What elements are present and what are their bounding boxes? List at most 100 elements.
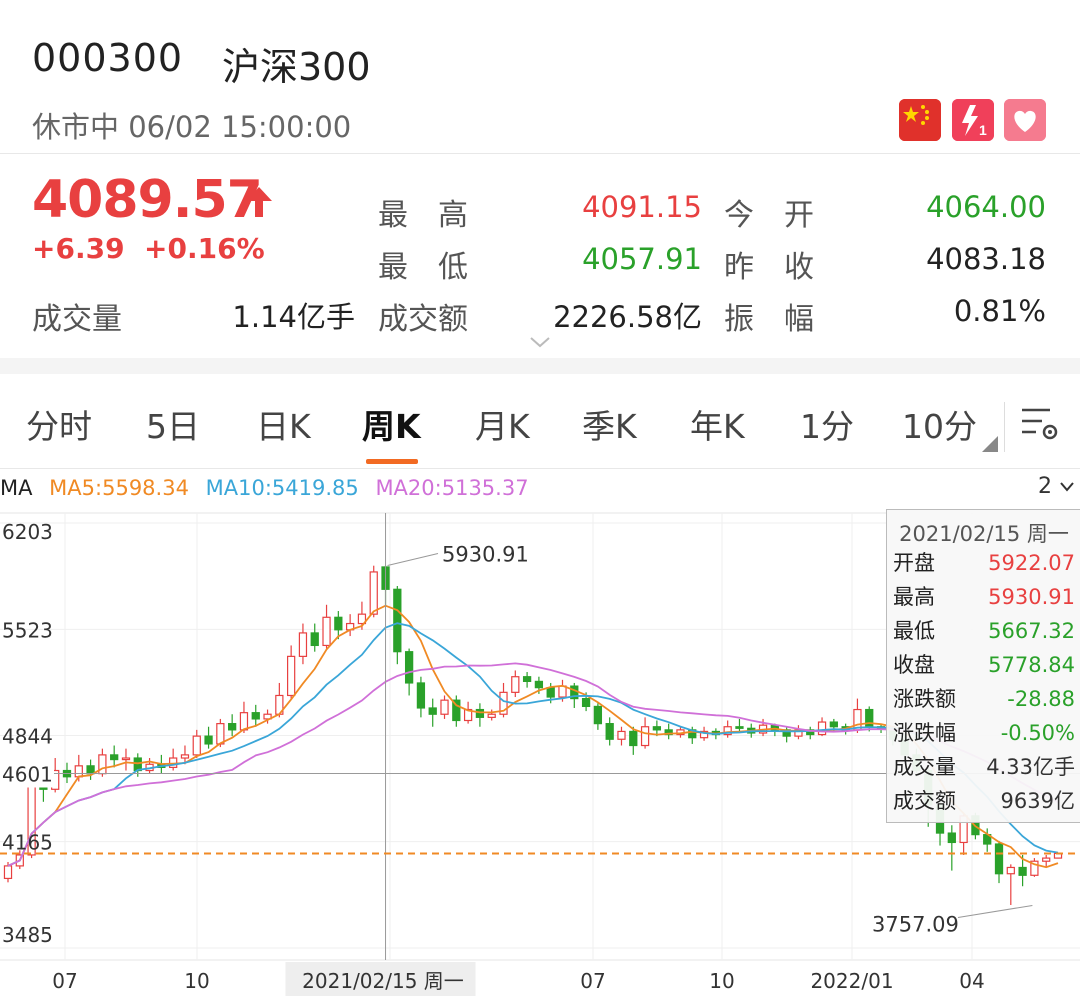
candle <box>322 604 331 649</box>
tab-5day[interactable]: 5日 <box>146 400 200 448</box>
candle <box>110 745 119 768</box>
candle <box>782 726 791 743</box>
tooltip-row: 收盘 5778.84 <box>887 648 1080 682</box>
low-label: 最 低 <box>378 250 468 285</box>
tooltip-row-label: 成交额 <box>893 789 956 813</box>
candle <box>452 695 461 727</box>
candle-body <box>228 723 237 731</box>
y-tick-label: 3485 <box>2 923 53 947</box>
candle-body <box>298 632 308 657</box>
candle-body <box>110 754 119 761</box>
candle <box>310 623 319 652</box>
tab-weekly[interactable]: 周K <box>362 400 421 448</box>
prev-close-value: 4083.18 <box>926 242 1046 276</box>
candle <box>393 586 402 665</box>
candle <box>605 717 614 746</box>
candle-body <box>192 735 201 756</box>
candle-body <box>581 697 591 708</box>
candle-body <box>251 712 260 720</box>
tab-intraday[interactable]: 分时 <box>26 400 92 448</box>
candle-body <box>1006 866 1015 875</box>
candle-body <box>522 676 532 682</box>
candle <box>251 704 260 727</box>
expand-chevron-icon[interactable] <box>528 334 552 350</box>
candle <box>794 725 803 740</box>
tab-quarterly[interactable]: 季K <box>582 400 637 448</box>
x-tick-label: 04 <box>959 969 984 993</box>
stock-name: 沪深300 <box>222 45 371 89</box>
ma5-value: MA5:5598.34 <box>49 476 189 500</box>
header-divider <box>0 153 1080 154</box>
candle <box>121 748 131 771</box>
high-label: 最 高 <box>378 198 468 233</box>
dropdown-corner-icon <box>982 436 998 452</box>
tab-daily[interactable]: 日K <box>256 400 311 448</box>
candle-body <box>216 723 225 745</box>
candle <box>98 748 107 777</box>
tab-10min[interactable]: 10分 <box>902 400 977 448</box>
candle-body <box>239 712 249 731</box>
china-flag-icon[interactable] <box>899 99 941 141</box>
y-tick-label: 4844 <box>2 725 53 749</box>
tooltip-row: 成交量 4.33亿手 <box>887 750 1080 784</box>
lightning-1-icon[interactable]: 1 <box>952 99 994 141</box>
x-tick-label: 10 <box>709 969 734 993</box>
candle-body <box>180 754 190 759</box>
open-label: 今 开 <box>724 198 814 233</box>
ma20-value: MA20:5135.37 <box>375 476 529 500</box>
candle-body <box>994 843 1004 875</box>
chart-settings-icon[interactable] <box>1020 404 1062 444</box>
low-value: 4057.91 <box>582 242 702 276</box>
candle-body <box>133 757 142 772</box>
candle-body <box>487 713 496 718</box>
open-value: 4064.00 <box>926 190 1046 224</box>
volume-value: 1.14亿手 <box>232 300 355 334</box>
tooltip-row-label: 涨跌额 <box>893 687 956 711</box>
zoom-selector[interactable]: 2 <box>1038 474 1075 499</box>
candle-body <box>947 832 956 844</box>
max-annotation-label: 5930.91 <box>442 543 529 567</box>
candle-body <box>334 616 343 631</box>
candle <box>1006 864 1015 905</box>
candle-body <box>640 726 650 747</box>
candle-body <box>817 721 827 736</box>
candle <box>287 645 296 699</box>
candle-body <box>511 676 520 693</box>
section-separator <box>0 358 1080 374</box>
candle-body <box>829 721 838 728</box>
change-percent: +0.16% <box>144 232 265 265</box>
y-tick-label: 6203 <box>2 520 53 544</box>
candle <box>617 726 626 746</box>
tab-yearly[interactable]: 年K <box>690 400 745 448</box>
tooltip-row-value: 5922.07 <box>988 551 1075 575</box>
tab-monthly[interactable]: 月K <box>475 400 530 448</box>
change-amount: +6.39 <box>32 232 125 265</box>
candle-body <box>558 685 567 698</box>
svg-text:1: 1 <box>979 122 987 138</box>
candle-body <box>605 723 614 740</box>
candle-body <box>404 651 414 684</box>
prev-close-label: 昨 收 <box>724 250 814 285</box>
candle-body <box>322 616 331 647</box>
tab-1min[interactable]: 1分 <box>800 400 854 448</box>
zoom-level: 2 <box>1038 474 1052 499</box>
candle-body <box>440 699 449 715</box>
y-tick-label: 5523 <box>2 618 53 642</box>
y-tick-label: 4165 <box>2 831 53 855</box>
ma-label: MA <box>0 476 33 500</box>
tabs-divider <box>1004 402 1005 452</box>
price-change: +6.39 +0.16% <box>32 232 265 265</box>
current-price: 4089.57 <box>32 170 263 230</box>
tooltip-row-value: 5930.91 <box>988 585 1075 609</box>
candle-body <box>393 588 402 653</box>
ma10-value: MA10:5419.85 <box>205 476 359 500</box>
tooltip-row-value: -0.50% <box>1000 721 1075 745</box>
x-tick-label: 10 <box>184 969 209 993</box>
x-tick-label: 07 <box>52 969 77 993</box>
candle-tooltip: 2021/02/15 周一 开盘 5922.07 最高 5930.91 最低 5667.3… <box>886 509 1080 823</box>
candle <box>511 670 520 698</box>
tooltip-row-label: 收盘 <box>893 653 935 677</box>
tooltip-row: 最低 5667.32 <box>887 614 1080 648</box>
candle-body <box>310 632 319 647</box>
heart-icon[interactable] <box>1004 99 1046 141</box>
